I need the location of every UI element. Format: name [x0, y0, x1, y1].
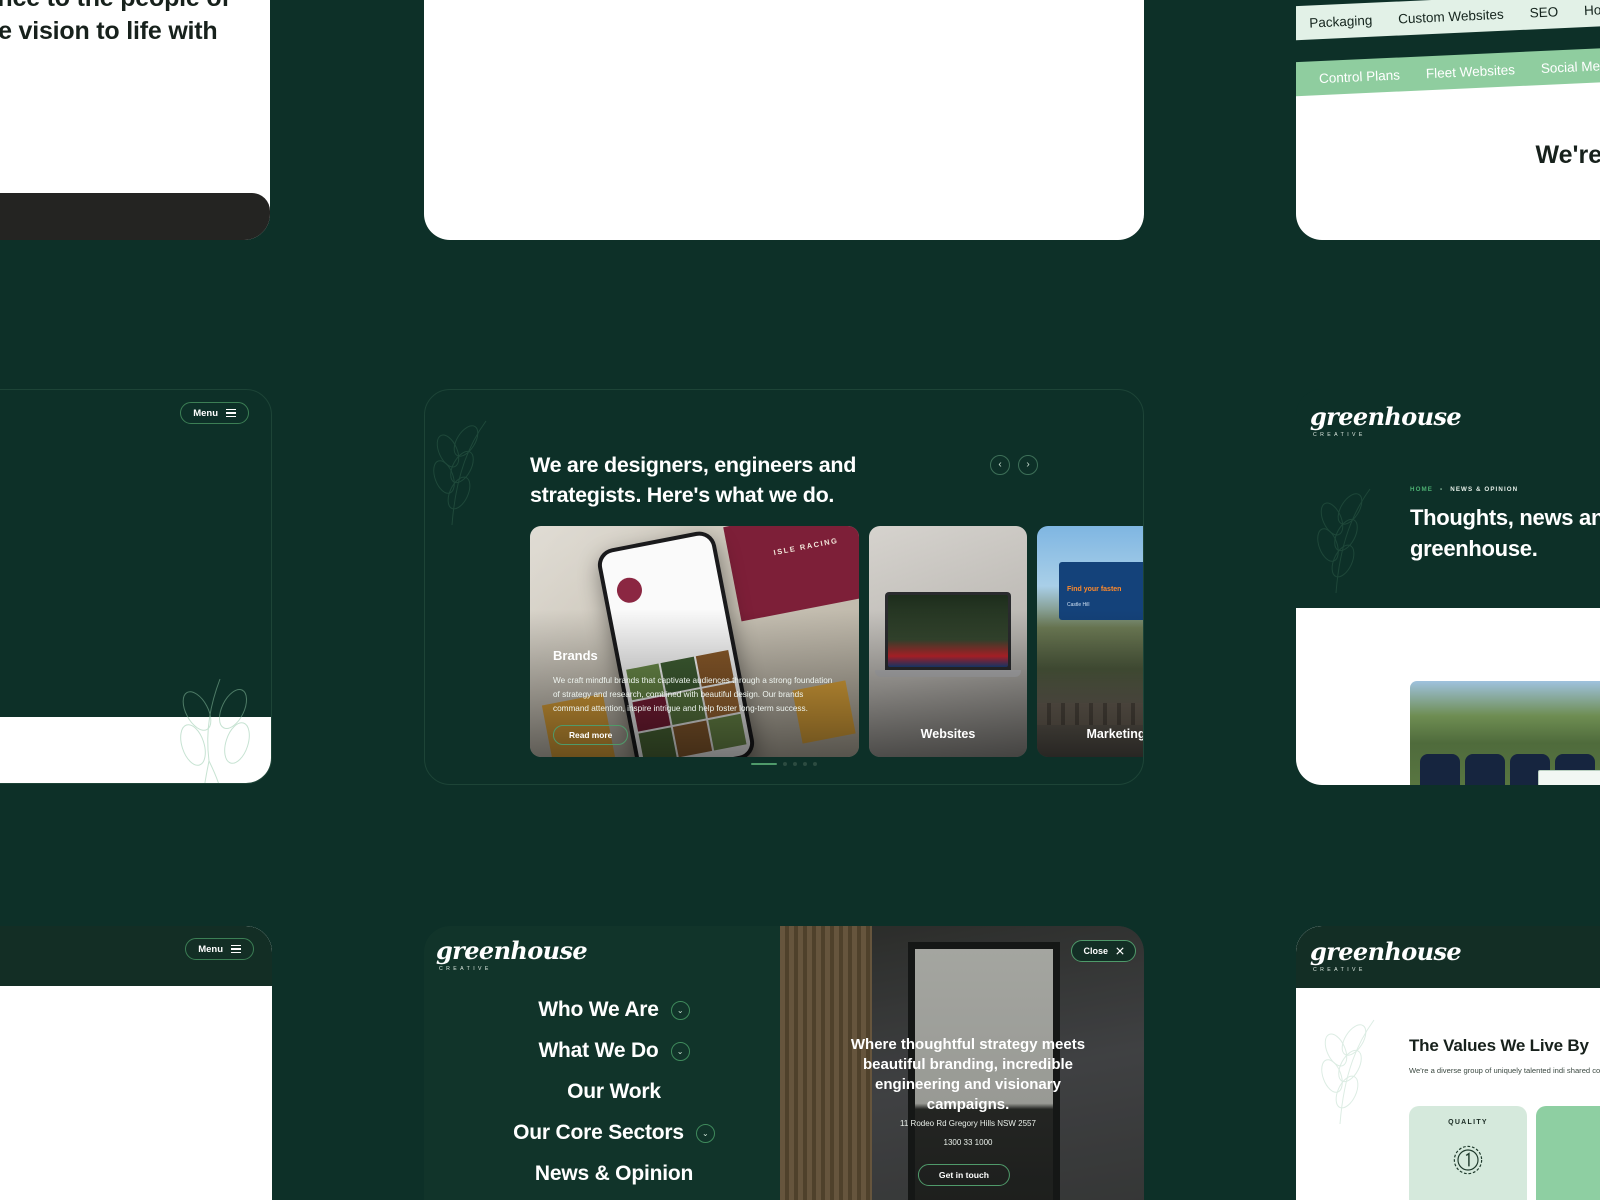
nav-item-label: Our Core Sectors: [513, 1121, 684, 1144]
marquee-item: Packaging: [1308, 12, 1373, 31]
chevron-down-icon[interactable]: ⌄: [695, 1123, 715, 1143]
carousel-heading: We are designers, engineers and strategi…: [530, 453, 857, 508]
panel-mid-left-site: Menu: [0, 389, 272, 784]
logo-tagline: CREATIVE: [1313, 967, 1366, 973]
marquee-item: Control Plans: [1318, 66, 1401, 86]
leaf-decoration-icon: [1321, 1019, 1375, 1125]
carousel-prev-icon[interactable]: ‹: [990, 455, 1010, 475]
card-gradient-overlay: [1037, 526, 1143, 757]
main-navigation: Who We Are ⌄ What We Do ⌄ Our Work Our C…: [424, 998, 804, 1186]
breadcrumb: HOME • NEWS & OPINION: [1410, 486, 1518, 493]
logo-wordmark: greenhouse: [1310, 937, 1462, 966]
nav-item-label: Our Work: [567, 1080, 661, 1103]
carousel-navigation: ‹ ›: [990, 455, 1038, 475]
panel-values: greenhouse CREATIVE The Values We Live B…: [1296, 926, 1600, 1200]
hamburger-icon: [226, 408, 236, 418]
menu-button-label: Menu: [193, 407, 218, 419]
nav-item-who-we-are[interactable]: Who We Are ⌄: [538, 998, 690, 1022]
leaf-decoration-icon: [433, 420, 487, 526]
greenhouse-logo[interactable]: greenhouse CREATIVE: [1310, 937, 1462, 974]
service-card-websites[interactable]: Websites: [869, 526, 1027, 757]
values-heading: The Values We Live By: [1409, 1036, 1589, 1055]
news-page-title: Thoughts, news an greenhouse.: [1410, 505, 1600, 561]
logo-tagline: CREATIVE: [1313, 432, 1366, 438]
breadcrumb-current: NEWS & OPINION: [1450, 486, 1519, 493]
nav-item-what-we-do[interactable]: What We Do ⌄: [538, 1039, 690, 1063]
nav-item-our-work[interactable]: Our Work: [567, 1080, 661, 1104]
marquee-item: SEO: [1529, 3, 1559, 21]
read-more-button[interactable]: Read more: [553, 725, 629, 745]
greenhouse-logo[interactable]: greenhouse CREATIVE: [1310, 402, 1462, 439]
menu-button[interactable]: Menu: [180, 402, 249, 424]
nav-item-news-opinion[interactable]: News & Opinion: [535, 1162, 693, 1186]
get-in-touch-button[interactable]: Get in touch: [917, 1164, 1011, 1186]
chevron-down-icon[interactable]: ⌄: [670, 1000, 690, 1020]
close-button[interactable]: Close: [1071, 940, 1136, 962]
breadcrumb-home[interactable]: HOME: [1410, 486, 1433, 493]
close-button-label: Close: [1083, 946, 1108, 956]
eucalyptus-leaf-decoration: [180, 678, 250, 783]
service-card-description: We craft mindful brands that captivate a…: [553, 675, 833, 713]
panel-services-marquee: gn Packaging Custom Websites SEO Hostin …: [1296, 0, 1600, 240]
nav-item-label: What We Do: [538, 1039, 659, 1062]
logo-wordmark: greenhouse: [436, 936, 588, 965]
service-card-marketing[interactable]: Find your fasten Castle Hill Marketing: [1037, 526, 1144, 757]
greenhouse-logo[interactable]: greenhouse CREATIVE: [436, 936, 588, 973]
marquee-item: Fleet Websites: [1425, 61, 1516, 81]
panel-services-carousel: We are designers, engineers and strategi…: [424, 389, 1144, 785]
menu-button-label: Menu: [198, 943, 223, 955]
medal-number-one-icon: [1453, 1145, 1483, 1175]
menu-button[interactable]: Menu: [185, 938, 254, 960]
marquee-heading: We're in t: [1535, 141, 1600, 169]
panel-top-left-article: ng a unique Asian ence to the people of …: [0, 0, 270, 240]
nav-item-label: Who We Are: [538, 998, 659, 1021]
breadcrumb-separator: •: [1439, 486, 1444, 493]
pagination-dot[interactable]: [813, 762, 817, 766]
carousel-cards-row: ISLE RACING Brands We craft mindfu: [530, 526, 1144, 757]
contact-phone[interactable]: 1300 33 1000: [834, 1138, 1102, 1147]
news-feature-image: [1410, 681, 1600, 785]
service-card-title: Websites: [920, 727, 976, 741]
donation-cheque: [1538, 770, 1600, 785]
nav-item-our-core-sectors[interactable]: Our Core Sectors ⌄: [513, 1121, 715, 1145]
nav-item-label: News & Opinion: [534, 1162, 694, 1185]
marquee-ribbon-one: gn Packaging Custom Websites SEO Hostin: [1296, 0, 1600, 42]
article-hero-image: [0, 193, 270, 240]
carousel-next-icon[interactable]: ›: [1018, 455, 1038, 475]
marquee-item: Hostin: [1583, 0, 1600, 18]
case-study-title[interactable]: Creating a website fit for a $300 millio…: [0, 1174, 8, 1200]
close-icon: [1116, 947, 1124, 955]
leaf-decoration-icon: [1317, 488, 1371, 594]
card-gradient-overlay: [530, 526, 859, 757]
logo-wordmark: greenhouse: [1310, 402, 1462, 431]
values-subtext: We're a diverse group of uniquely talent…: [1409, 1066, 1600, 1075]
overlay-tagline: Where thoughtful strategy meets beautifu…: [850, 1036, 1086, 1113]
contact-address: 11 Rodeo Rd Gregory Hills NSW 2557: [900, 1119, 1036, 1128]
marquee-item: Custom Websites: [1397, 6, 1504, 27]
hamburger-icon: [231, 944, 241, 954]
value-card-quality: QUALITY: [1409, 1106, 1527, 1200]
carousel-pagination[interactable]: [751, 762, 817, 766]
pagination-dot[interactable]: [793, 762, 797, 766]
pagination-dot[interactable]: [783, 762, 787, 766]
chevron-down-icon[interactable]: ⌄: [670, 1041, 690, 1061]
pagination-dot-active[interactable]: [751, 763, 777, 765]
panel-process-steps: 1. Proposal After you enquire with us, o…: [424, 0, 1144, 240]
panel-news-opinion: greenhouse CREATIVE HOME • NEWS & OPINIO…: [1296, 389, 1600, 785]
article-heading: ng a unique Asian ence to the people of …: [0, 0, 230, 46]
card-gradient-overlay: [869, 526, 1027, 757]
panel-navigation-overlay: greenhouse CREATIVE Who We Are ⌄ What We…: [424, 926, 1144, 1200]
service-card-title: Marketing: [1086, 727, 1144, 741]
value-card-title: QUALITY: [1448, 1119, 1488, 1126]
service-card-brands[interactable]: ISLE RACING Brands We craft mindfu: [530, 526, 859, 757]
marquee-item: Social Med: [1540, 57, 1600, 76]
panel-case-study-search: Menu Council, etc WINTER SPORTS WORLD Cr…: [0, 926, 272, 1200]
pagination-dot[interactable]: [803, 762, 807, 766]
service-card-title: Brands: [553, 648, 598, 663]
screenshot-stage: ng a unique Asian ence to the people of …: [0, 0, 1600, 1200]
logo-tagline: CREATIVE: [439, 966, 492, 972]
value-card-second: [1536, 1106, 1600, 1200]
